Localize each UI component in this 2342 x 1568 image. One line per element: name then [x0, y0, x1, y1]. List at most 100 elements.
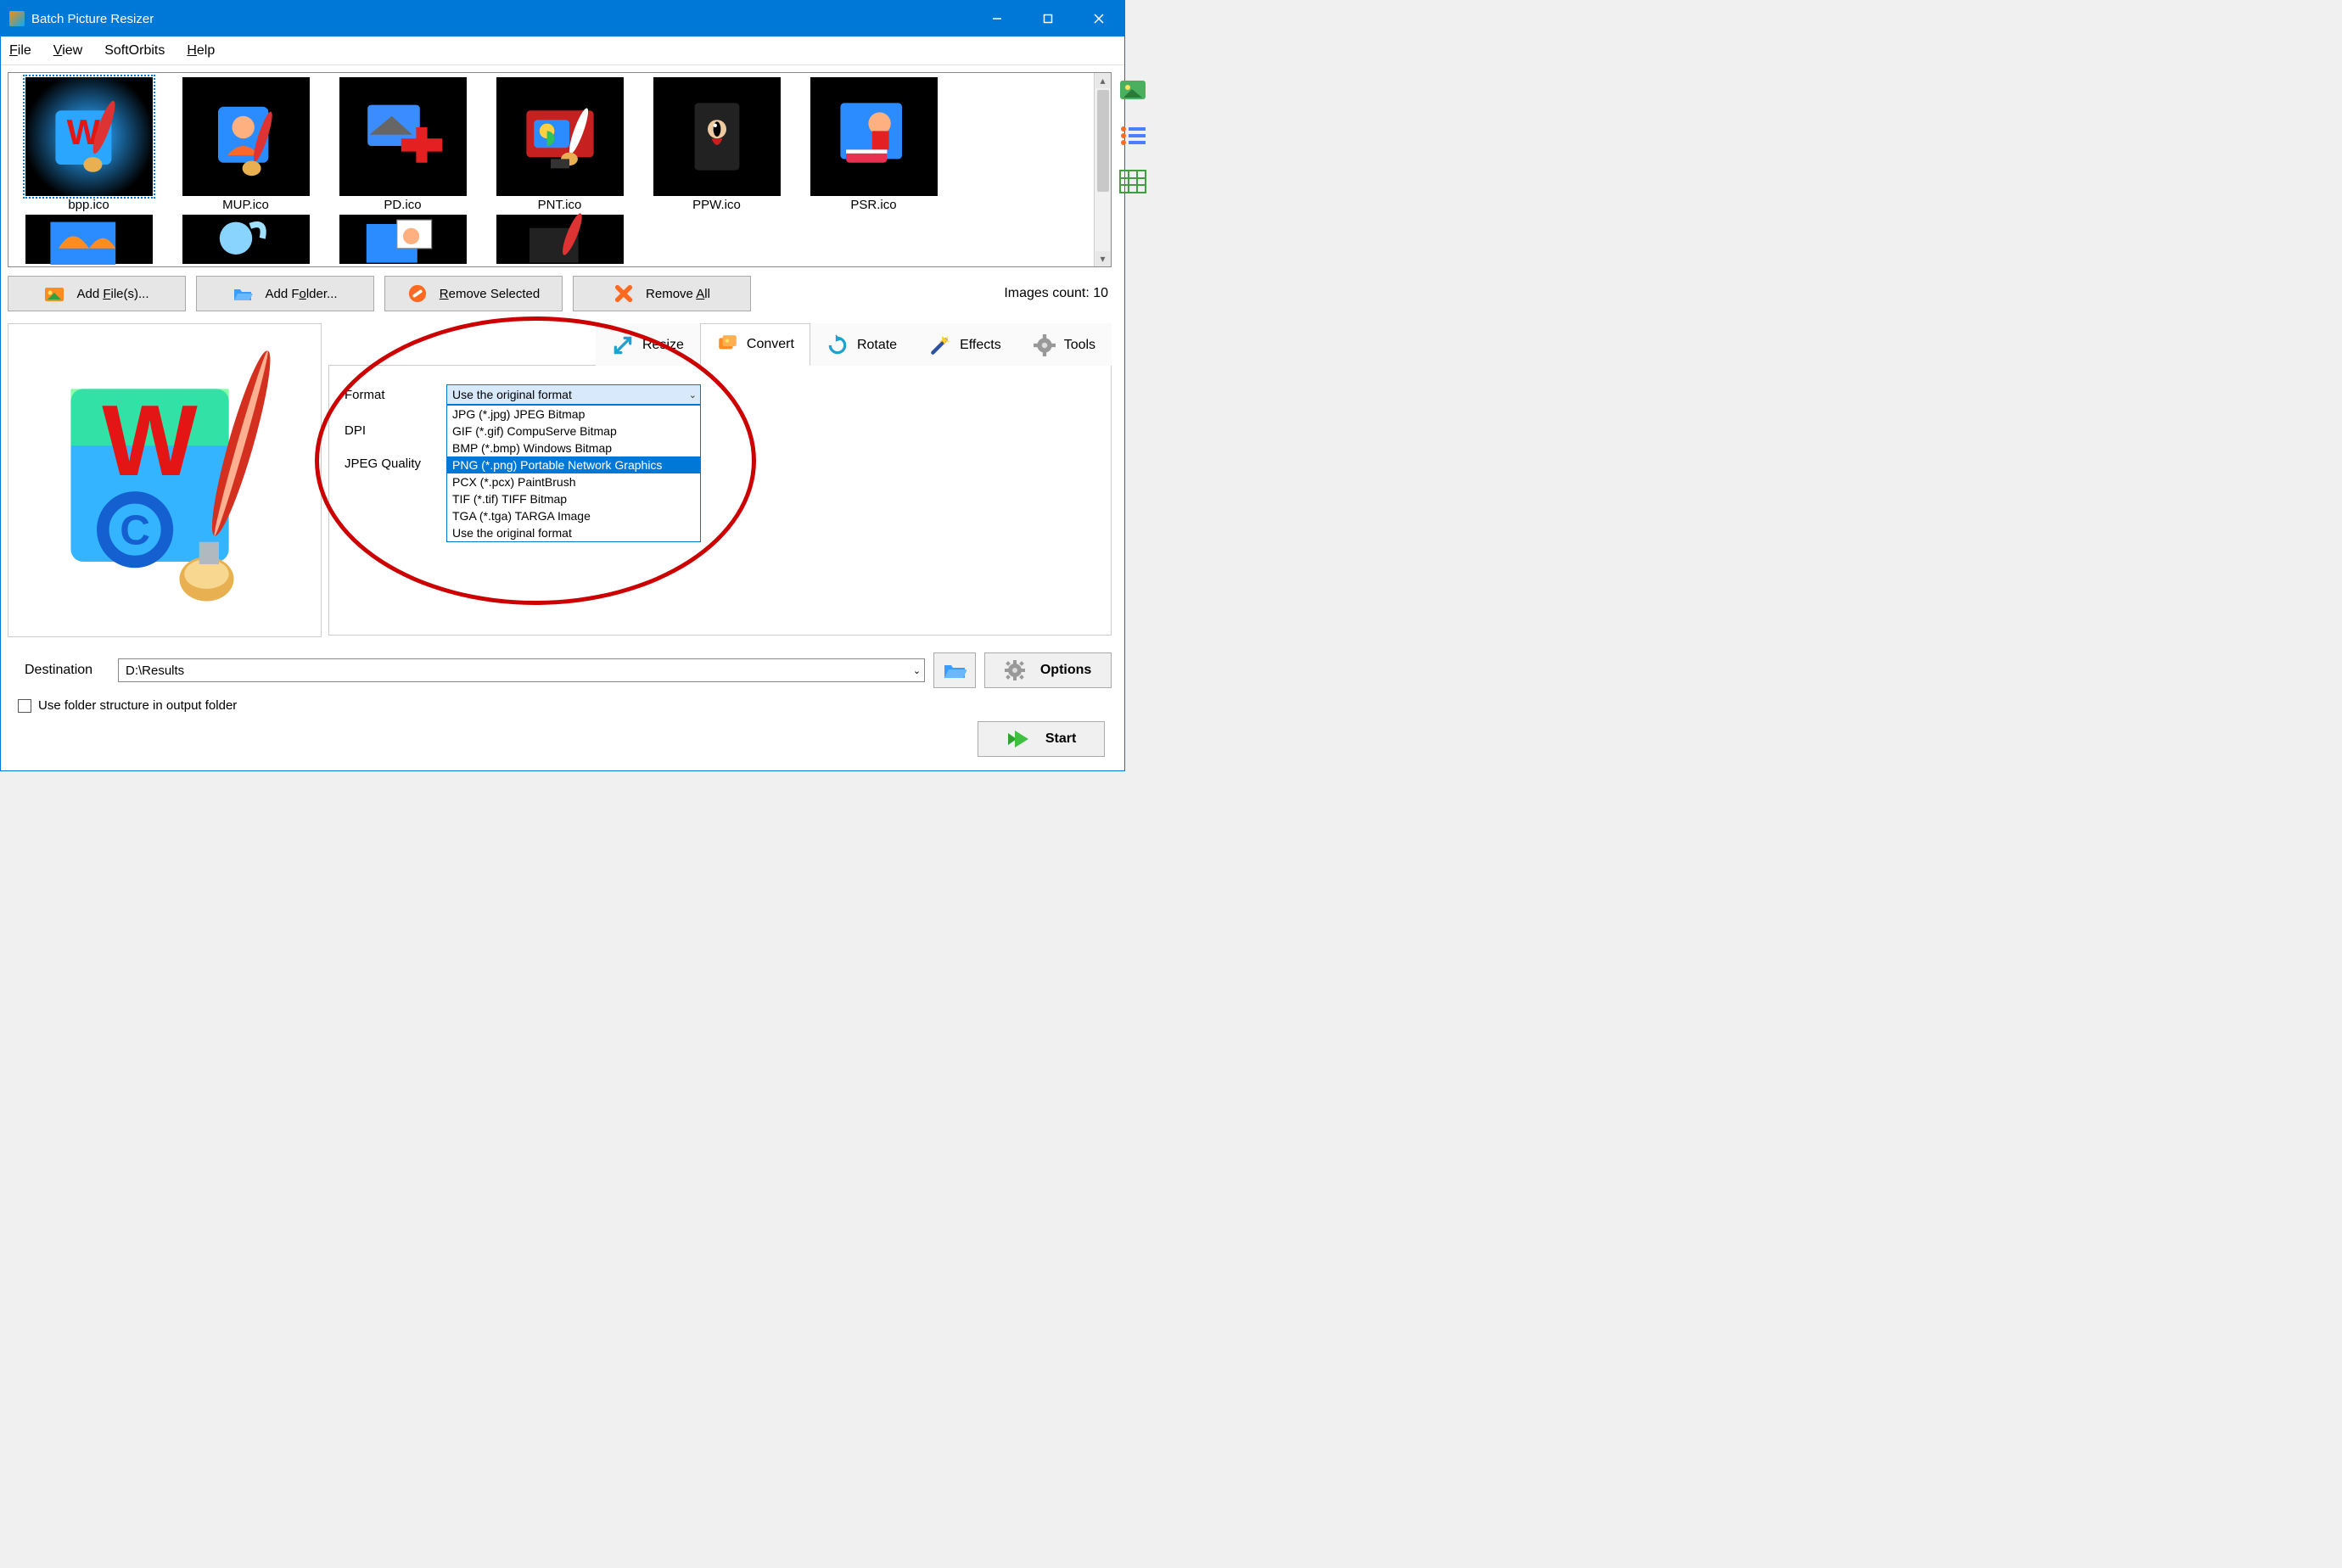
combo-item[interactable]: TGA (*.tga) TARGA Image [447, 507, 700, 524]
gear-icon [1034, 334, 1056, 356]
tab-label: Convert [747, 337, 794, 352]
thumbnail-item[interactable]: PNT.ico [481, 75, 638, 212]
chevron-down-icon: ⌄ [689, 389, 697, 400]
destination-row: Destination D:\Results ⌄ Options [8, 652, 1112, 688]
combobox-display[interactable]: Use the original format ⌄ [446, 384, 701, 405]
format-label: Format [345, 388, 446, 402]
add-files-button[interactable]: Add File(s)... [8, 276, 186, 311]
combobox-dropdown[interactable]: JPG (*.jpg) JPEG Bitmap GIF (*.gif) Comp… [446, 405, 701, 542]
svg-text:W: W [102, 384, 198, 497]
tab-label: Effects [960, 338, 1001, 353]
dpi-label: DPI [345, 423, 446, 438]
remove-icon [407, 284, 428, 303]
images-count-label: Images count: 10 [1004, 286, 1112, 301]
destination-combobox[interactable]: D:\Results ⌄ [118, 658, 925, 682]
thumbnail-gallery[interactable]: W bpp.ico MUP.ico PD.ico [8, 72, 1112, 267]
thumbnail-item[interactable]: PSR.ico [795, 75, 952, 212]
destination-value: D:\Results [126, 664, 184, 678]
thumbnail-item[interactable] [10, 212, 167, 266]
tab-tools[interactable]: Tools [1017, 323, 1112, 366]
combo-item[interactable]: PCX (*.pcx) PaintBrush [447, 473, 700, 490]
destination-label: Destination [8, 663, 109, 678]
tab-body-convert: Format Use the original format ⌄ JPG (*.… [328, 366, 1112, 636]
folder-icon [233, 284, 253, 303]
tab-rotate[interactable]: Rotate [810, 323, 913, 366]
thumbnail-item[interactable] [481, 212, 638, 266]
combo-item[interactable]: BMP (*.bmp) Windows Bitmap [447, 440, 700, 456]
tab-label: Rotate [857, 338, 897, 353]
combo-item[interactable]: Use the original format [447, 524, 700, 541]
menubar: File View SoftOrbits Help [1, 36, 1124, 65]
format-combobox[interactable]: Use the original format ⌄ JPG (*.jpg) JP… [446, 384, 701, 405]
browse-destination-button[interactable] [933, 652, 976, 688]
thumbnail-item[interactable]: PD.ico [324, 75, 481, 212]
scrollbar-vertical[interactable]: ▴ ▾ [1094, 73, 1111, 266]
options-button[interactable]: Options [984, 652, 1112, 688]
remove-all-button[interactable]: Remove All [573, 276, 751, 311]
start-button-label: Start [1045, 731, 1076, 747]
start-button[interactable]: Start [978, 721, 1105, 757]
app-title: Batch Picture Resizer [31, 12, 154, 26]
checkbox-icon[interactable] [18, 699, 31, 713]
use-folder-structure-checkbox[interactable]: Use folder structure in output folder [8, 698, 1112, 713]
add-folder-button[interactable]: Add Folder... [196, 276, 374, 311]
thumbnail-item[interactable] [167, 212, 324, 266]
thumbnail-item[interactable]: W bpp.ico [10, 75, 167, 212]
picture-icon [44, 284, 64, 303]
tab-label: Tools [1064, 338, 1095, 353]
tab-effects[interactable]: Effects [913, 323, 1017, 366]
scrollbar-thumb[interactable] [1097, 90, 1109, 192]
thumbnail-image: W [25, 77, 153, 196]
maximize-button[interactable] [1023, 1, 1073, 36]
minimize-button[interactable] [972, 1, 1023, 36]
thumbnail-image [496, 215, 624, 264]
app-window: Batch Picture Resizer File View SoftOrbi… [0, 0, 1125, 771]
menu-file[interactable]: File [6, 42, 35, 60]
thumbnail-item[interactable] [324, 212, 481, 266]
thumbnail-item[interactable]: PPW.ico [638, 75, 795, 212]
view-details-icon[interactable] [1118, 169, 1147, 194]
thumbnail-image [496, 77, 624, 196]
options-button-label: Options [1040, 663, 1091, 678]
app-icon [9, 11, 25, 26]
thumbnail-label: PSR.ico [795, 198, 952, 212]
tabs-panel: Resize Convert Rotate Effects [328, 323, 1112, 637]
remove-selected-button[interactable]: Remove Selected [384, 276, 563, 311]
checkbox-label: Use folder structure in output folder [38, 698, 237, 713]
tab-convert[interactable]: Convert [700, 323, 810, 366]
view-list-icon[interactable] [1118, 123, 1147, 148]
combo-item[interactable]: PNG (*.png) Portable Network Graphics [447, 456, 700, 473]
tab-resize[interactable]: Resize [596, 323, 700, 366]
convert-icon [716, 333, 738, 356]
tab-label: Resize [642, 338, 684, 353]
effects-icon [929, 334, 951, 356]
scroll-up-icon[interactable]: ▴ [1095, 73, 1111, 88]
menu-help[interactable]: Help [183, 42, 218, 60]
thumbnail-image [182, 77, 310, 196]
combo-item[interactable]: JPG (*.jpg) JPEG Bitmap [447, 406, 700, 423]
tabstrip: Resize Convert Rotate Effects [328, 323, 1112, 366]
close-button[interactable] [1073, 1, 1124, 36]
preview-image: W C [37, 344, 292, 616]
svg-text:C: C [120, 507, 150, 554]
view-thumbnails-icon[interactable] [1118, 77, 1147, 103]
menu-softorbits[interactable]: SoftOrbits [101, 42, 168, 60]
thumbnail-image [182, 215, 310, 264]
rotate-icon [826, 334, 849, 356]
gear-icon [1005, 660, 1025, 680]
combo-item[interactable]: GIF (*.gif) CompuServe Bitmap [447, 423, 700, 440]
resize-icon [612, 334, 634, 356]
thumbnail-image [810, 77, 938, 196]
file-toolbar: Add File(s)... Add Folder... Remove Sele… [8, 276, 1112, 311]
thumbnail-image [339, 215, 467, 264]
titlebar: Batch Picture Resizer [1, 1, 1124, 36]
delete-icon [614, 284, 634, 303]
combobox-value: Use the original format [452, 388, 572, 401]
thumbnail-image [339, 77, 467, 196]
scroll-down-icon[interactable]: ▾ [1095, 251, 1111, 266]
play-icon [1006, 730, 1030, 748]
thumbnail-item[interactable]: MUP.ico [167, 75, 324, 212]
menu-view[interactable]: View [50, 42, 86, 60]
preview-panel: W C [8, 323, 322, 637]
combo-item[interactable]: TIF (*.tif) TIFF Bitmap [447, 490, 700, 507]
